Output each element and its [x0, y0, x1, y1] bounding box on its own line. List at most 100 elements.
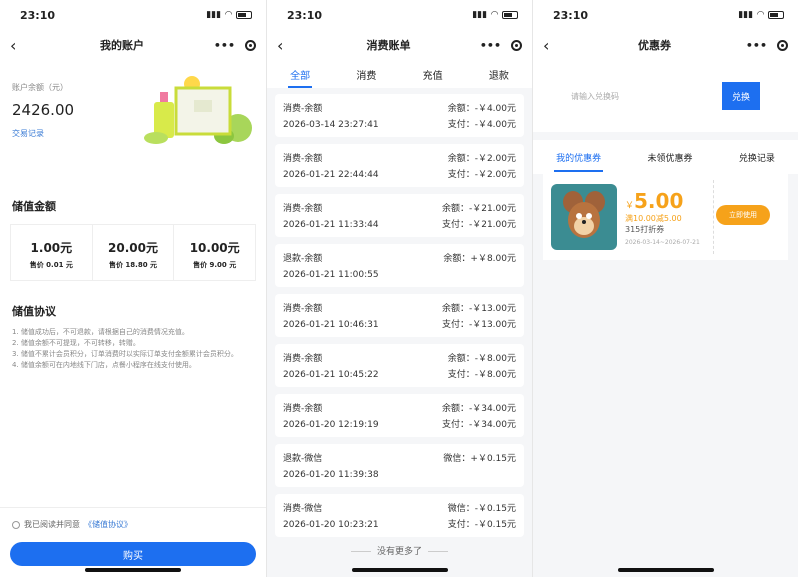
- bill-list: 消费-余额 2026-03-14 23:27:41 余额：-￥4.00元 支付：-￥…: [267, 88, 532, 557]
- status-time: 23:10: [553, 8, 589, 22]
- wifi-icon: ◠: [491, 10, 498, 20]
- bill-amount: 微信：+￥0.15元: [443, 454, 516, 464]
- home-indicator: [85, 568, 181, 572]
- bill-screen: 23:10 ▮▮▮ ◠ ‹ 消费账单 ••• 全部 消费 充值 退款 消费-余额 2…: [266, 0, 532, 577]
- signal-icon: ▮▮▮: [738, 10, 754, 20]
- page-title: 优惠券: [637, 39, 671, 52]
- stored-value-option[interactable]: 10.00元 售价 9.00 元: [174, 225, 255, 280]
- buy-button[interactable]: 购买: [10, 542, 256, 566]
- close-miniprogram-icon[interactable]: [511, 39, 522, 51]
- term-line: 3. 储值不累计会员积分，订单消费时以实际订单支付金额累计会员积分。: [12, 350, 238, 358]
- bill-item[interactable]: 退款-微信 2026-01-20 11:39:38 微信：+￥0.15元: [275, 444, 524, 487]
- agree-text: 我已阅读并同意: [24, 520, 80, 529]
- battery-icon: [768, 11, 784, 19]
- bill-type: 退款-微信: [283, 454, 323, 464]
- home-indicator: [351, 568, 448, 572]
- more-icon[interactable]: •••: [746, 39, 767, 52]
- bill-amount: 余额：-￥8.00元: [447, 354, 516, 364]
- tab-unclaimed-coupons[interactable]: 未领优惠券: [645, 143, 694, 172]
- back-icon[interactable]: ‹: [543, 36, 563, 55]
- coupon-card[interactable]: ￥5.00 满10.00减5.00 315打折券 2026-03-14~2026…: [543, 174, 788, 260]
- status-bar: 23:10 ▮▮▮ ◠: [267, 0, 532, 30]
- status-icons: ▮▮▮ ◠: [472, 10, 518, 20]
- bill-amount: 支付：-￥4.00元: [447, 120, 516, 130]
- page-title: 我的账户: [99, 39, 144, 52]
- option-price: 售价 18.80 元: [109, 261, 158, 269]
- battery-icon: [236, 11, 252, 19]
- tab-refund[interactable]: 退款: [487, 61, 511, 88]
- agreement-link[interactable]: 《储值协议》: [84, 519, 132, 530]
- redeem-code-input[interactable]: 请输入兑换码: [563, 82, 722, 110]
- agreement-title: 储值协议: [12, 305, 56, 318]
- stored-value-title: 储值金额: [12, 200, 56, 213]
- coupon-name: 315打折券: [625, 224, 665, 234]
- status-bar: 23:10 ▮▮▮ ◠: [0, 0, 266, 30]
- bill-item[interactable]: 消费-余额 2026-01-21 22:44:44 余额：-￥2.00元 支付：-￥…: [275, 144, 524, 187]
- nav-bar: ‹ 我的账户 •••: [0, 30, 266, 60]
- option-amount: 1.00元: [30, 241, 73, 255]
- bill-type: 消费-余额: [283, 154, 323, 164]
- battery-icon: [502, 11, 518, 19]
- tab-all[interactable]: 全部: [288, 61, 313, 88]
- option-price: 售价 9.00 元: [193, 261, 237, 269]
- more-icon[interactable]: •••: [214, 39, 235, 52]
- bill-amount: 余额：-￥2.00元: [447, 154, 516, 164]
- bill-item[interactable]: 消费-余额 2026-01-20 12:19:19 余额：-￥34.00元 支付：-…: [275, 394, 524, 437]
- bill-time: 2026-01-20 12:19:19: [283, 420, 379, 430]
- bill-item[interactable]: 消费-微信 2026-01-20 10:23:21 微信：-￥0.15元 支付：-￥…: [275, 494, 524, 537]
- status-time: 23:10: [20, 8, 56, 22]
- bill-time: 2026-01-21 10:46:31: [283, 320, 379, 330]
- bill-amount: 支付：-￥0.15元: [447, 520, 516, 530]
- bill-amount: 支付：-￥2.00元: [447, 170, 516, 180]
- use-now-button[interactable]: 立即使用: [716, 205, 770, 225]
- term-line: 2. 储值余额不可提现，不可转移，转赠。: [12, 339, 140, 347]
- option-amount: 10.00元: [189, 241, 240, 255]
- tab-recharge[interactable]: 充值: [421, 61, 445, 88]
- bill-item[interactable]: 消费-余额 2026-03-14 23:27:41 余额：-￥4.00元 支付：-￥…: [275, 94, 524, 137]
- bill-type: 消费-余额: [283, 104, 323, 114]
- agree-radio[interactable]: [12, 520, 20, 529]
- redeem-row: 请输入兑换码 兑换: [533, 60, 798, 132]
- tab-consume[interactable]: 消费: [354, 61, 378, 88]
- status-icons: ▮▮▮ ◠: [738, 10, 784, 20]
- bill-time: 2026-03-14 23:27:41: [283, 120, 379, 130]
- stored-value-option[interactable]: 1.00元 售价 0.01 元: [11, 225, 93, 280]
- signal-icon: ▮▮▮: [472, 10, 488, 20]
- nav-bar: ‹ 消费账单 •••: [267, 30, 532, 60]
- coupon-screen: 23:10 ▮▮▮ ◠ ‹ 优惠券 ••• 请输入兑换码 兑换 我的优惠券 未领优…: [532, 0, 798, 577]
- nav-bar: ‹ 优惠券 •••: [533, 30, 798, 60]
- bill-type: 消费-余额: [283, 354, 323, 364]
- coupon-currency: ￥: [625, 200, 635, 211]
- term-line: 4. 储值余额可在内地线下门店，点餐小程序在线支付使用。: [12, 361, 196, 369]
- bill-item[interactable]: 消费-余额 2026-01-21 10:45:22 余额：-￥8.00元 支付：-￥…: [275, 344, 524, 387]
- stored-value-option[interactable]: 20.00元 售价 18.80 元: [93, 225, 175, 280]
- account-screen: 23:10 ▮▮▮ ◠ ‹ 我的账户 ••• 账户余额（元） 2426.00 交易…: [0, 0, 266, 577]
- back-icon[interactable]: ‹: [10, 36, 30, 55]
- close-miniprogram-icon[interactable]: [777, 39, 788, 51]
- bill-amount: 余额：+￥8.00元: [443, 254, 516, 264]
- bill-amount: 支付：-￥34.00元: [441, 420, 516, 430]
- close-miniprogram-icon[interactable]: [245, 39, 256, 51]
- bill-amount: 微信：-￥0.15元: [447, 504, 516, 514]
- bill-item[interactable]: 退款-余额 2026-01-21 11:00:55 余额：+￥8.00元: [275, 244, 524, 287]
- coupon-tabs: 我的优惠券 未领优惠券 兑换记录: [533, 140, 798, 174]
- home-indicator: [617, 568, 714, 572]
- coupon-info: ￥5.00 满10.00减5.00 315打折券 2026-03-14~2026…: [625, 189, 700, 246]
- option-amount: 20.00元: [108, 241, 158, 255]
- bill-type: 消费-余额: [283, 404, 323, 414]
- coupon-condition: 满10.00减5.00: [625, 213, 682, 223]
- bill-item[interactable]: 消费-余额 2026-01-21 10:46:31 余额：-￥13.00元 支付：-…: [275, 294, 524, 337]
- bill-amount: 支付：-￥21.00元: [441, 220, 516, 230]
- wifi-icon: ◠: [757, 10, 764, 20]
- agreement-checkbox-row[interactable]: 我已阅读并同意 《储值协议》: [12, 519, 132, 530]
- more-icon[interactable]: •••: [480, 39, 501, 52]
- tab-my-coupons[interactable]: 我的优惠券: [554, 143, 604, 172]
- coupon-value: 5.00: [634, 188, 684, 213]
- redeem-button[interactable]: 兑换: [722, 82, 760, 110]
- bill-type: 消费-余额: [283, 204, 323, 214]
- back-icon[interactable]: ‹: [277, 36, 297, 55]
- agreement-terms: 1. 储值成功后，不可退款，请根据自己的消费情况充值。 2. 储值余额不可提现，…: [0, 327, 266, 371]
- bill-type: 退款-余额: [283, 254, 323, 264]
- bill-item[interactable]: 消费-余额 2026-01-21 11:33:44 余额：-￥21.00元 支付：-…: [275, 194, 524, 237]
- tab-redeem-history[interactable]: 兑换记录: [737, 143, 777, 172]
